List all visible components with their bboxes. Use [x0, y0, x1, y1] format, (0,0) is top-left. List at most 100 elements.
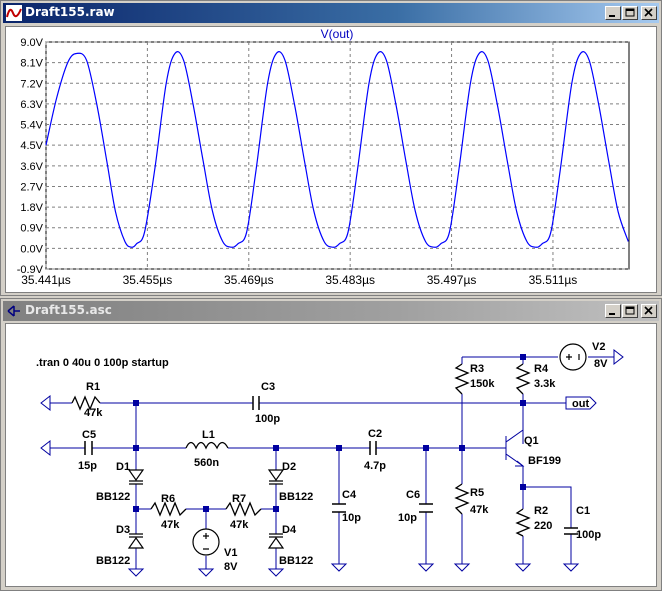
schematic-maximize-button[interactable] — [622, 304, 638, 318]
d3-name: D3 — [116, 524, 130, 536]
x-tick-label: 35.441µs — [21, 273, 71, 287]
r3-name: R3 — [470, 363, 484, 375]
q1-value: BF199 — [528, 455, 561, 467]
d1-varactor — [127, 469, 145, 485]
minimize-icon — [609, 313, 615, 315]
ground-icon — [562, 563, 580, 572]
waveform-titlebar[interactable]: Draft155.raw — [3, 3, 659, 23]
waveform-chart[interactable]: 9.0V 8.1V 7.2V 6.3V 5.4V 4.5V 3.6V 2.7V 1.8V 0.9V… — [6, 27, 658, 292]
r4-value: 3.3k — [534, 378, 556, 390]
r2-name: R2 — [534, 505, 548, 517]
close-button[interactable] — [641, 6, 657, 20]
schematic-close-button[interactable] — [641, 304, 657, 318]
r1-value: 47k — [84, 407, 103, 419]
d4-varactor — [267, 533, 285, 549]
c6-value: 10p — [398, 512, 417, 524]
v1-polarity — [203, 533, 209, 550]
c5-name: C5 — [82, 429, 96, 441]
y-tick-label: 7.2V — [20, 78, 43, 90]
maximize-icon — [625, 306, 635, 315]
q1-name: Q1 — [524, 435, 539, 447]
c2-name: C2 — [368, 428, 382, 440]
y-tick-label: 0.9V — [20, 223, 43, 235]
ground-icon — [514, 563, 532, 572]
y-tick-label: 5.4V — [20, 120, 43, 132]
x-tick-label: 35.483µs — [325, 273, 375, 287]
r4-resistor — [515, 363, 531, 395]
r3-resistor — [454, 363, 470, 395]
y-tick-label: 6.3V — [20, 99, 43, 111]
schematic-app-icon — [7, 305, 20, 317]
x-tick-label: 35.497µs — [427, 273, 477, 287]
r4-name: R4 — [534, 363, 549, 375]
x-tick-label: 35.469µs — [224, 273, 274, 287]
y-tick-label: 9.0V — [20, 37, 43, 49]
r6-name: R6 — [161, 493, 175, 505]
ground-icon — [330, 563, 348, 572]
d4-value: BB122 — [279, 555, 313, 567]
v2-name: V2 — [592, 341, 605, 353]
schematic-titlebar[interactable]: Draft155.asc — [3, 301, 659, 321]
c1-name: C1 — [576, 505, 590, 517]
y-tick-label: 8.1V — [20, 58, 43, 70]
minimize-icon — [609, 15, 615, 17]
v1-value: 8V — [224, 561, 238, 573]
r5-resistor — [454, 483, 470, 515]
ground-symbols — [127, 563, 580, 577]
ground-icon — [197, 568, 215, 577]
y-tick-label: 0.0V — [20, 243, 43, 255]
c3-capacitor — [252, 396, 260, 410]
plot-title: V(out) — [321, 27, 354, 41]
ground-icon — [267, 568, 285, 577]
x-tick-label: 35.511µs — [529, 273, 578, 287]
waveform-plot-area[interactable]: 9.0V 8.1V 7.2V 6.3V 5.4V 4.5V 3.6V 2.7V 1.8V 0.9V… — [5, 26, 657, 293]
net-label-out[interactable]: out — [572, 398, 589, 410]
maximize-icon — [625, 8, 635, 17]
junction-dots — [133, 354, 526, 512]
v2-value: 8V — [594, 358, 608, 370]
ground-icon — [417, 563, 435, 572]
c4-name: C4 — [342, 489, 357, 501]
schematic-canvas[interactable]: .tran 0 40u 0 100p startup R1 47k C3 100… — [5, 323, 657, 587]
waveform-window-title: Draft155.raw — [25, 5, 115, 19]
r2-resistor — [515, 508, 531, 537]
y-tick-label: 1.8V — [20, 202, 43, 214]
c3-name: C3 — [261, 381, 275, 393]
y-tick-label: 4.5V — [20, 140, 43, 152]
v1-source-circle — [192, 528, 220, 556]
d1-name: D1 — [116, 461, 130, 473]
r1-name: R1 — [86, 381, 100, 393]
waveform-window: Draft155.raw 9.0V 8.1V 7.2V 6.3V 5.4V 4.5V 3.6… — [0, 0, 662, 296]
d1-value: BB122 — [96, 491, 130, 503]
c2-value: 4.7p — [364, 460, 386, 472]
schematic-window: Draft155.asc .tran 0 40u 0 100p startup … — [0, 298, 662, 591]
l1-inductor — [185, 441, 229, 450]
v2-source-circle — [559, 343, 587, 371]
v2-source[interactable] — [559, 343, 587, 371]
r5-value: 47k — [470, 504, 489, 516]
c4-capacitor — [332, 503, 346, 513]
minimize-button[interactable] — [605, 6, 621, 20]
c1-value: 100p — [576, 529, 601, 541]
schematic-window-title: Draft155.asc — [25, 303, 112, 317]
plot-frame — [45, 41, 630, 270]
y-tick-label: 3.6V — [20, 161, 43, 173]
maximize-button[interactable] — [622, 6, 638, 20]
d2-varactor — [267, 469, 285, 485]
close-icon — [644, 8, 653, 17]
r6-value: 47k — [161, 519, 180, 531]
r3-value: 150k — [470, 378, 495, 390]
x-axis-ticks: 35.441µs 35.455µs 35.469µs 35.483µs 35.497µs… — [21, 273, 577, 287]
ground-icon — [127, 568, 145, 577]
x-tick-label: 35.455µs — [123, 273, 173, 287]
v1-name: V1 — [224, 547, 237, 559]
r2-value: 220 — [534, 520, 552, 532]
v1-source[interactable] — [192, 528, 220, 556]
l1-value: 560n — [194, 457, 219, 469]
schematic-minimize-button[interactable] — [605, 304, 621, 318]
l1-name: L1 — [202, 429, 215, 441]
c6-capacitor — [419, 503, 433, 513]
spice-directive[interactable]: .tran 0 40u 0 100p startup — [36, 357, 169, 369]
ground-icon — [453, 563, 471, 572]
schematic-drawing[interactable]: .tran 0 40u 0 100p startup R1 47k C3 100… — [6, 324, 658, 586]
